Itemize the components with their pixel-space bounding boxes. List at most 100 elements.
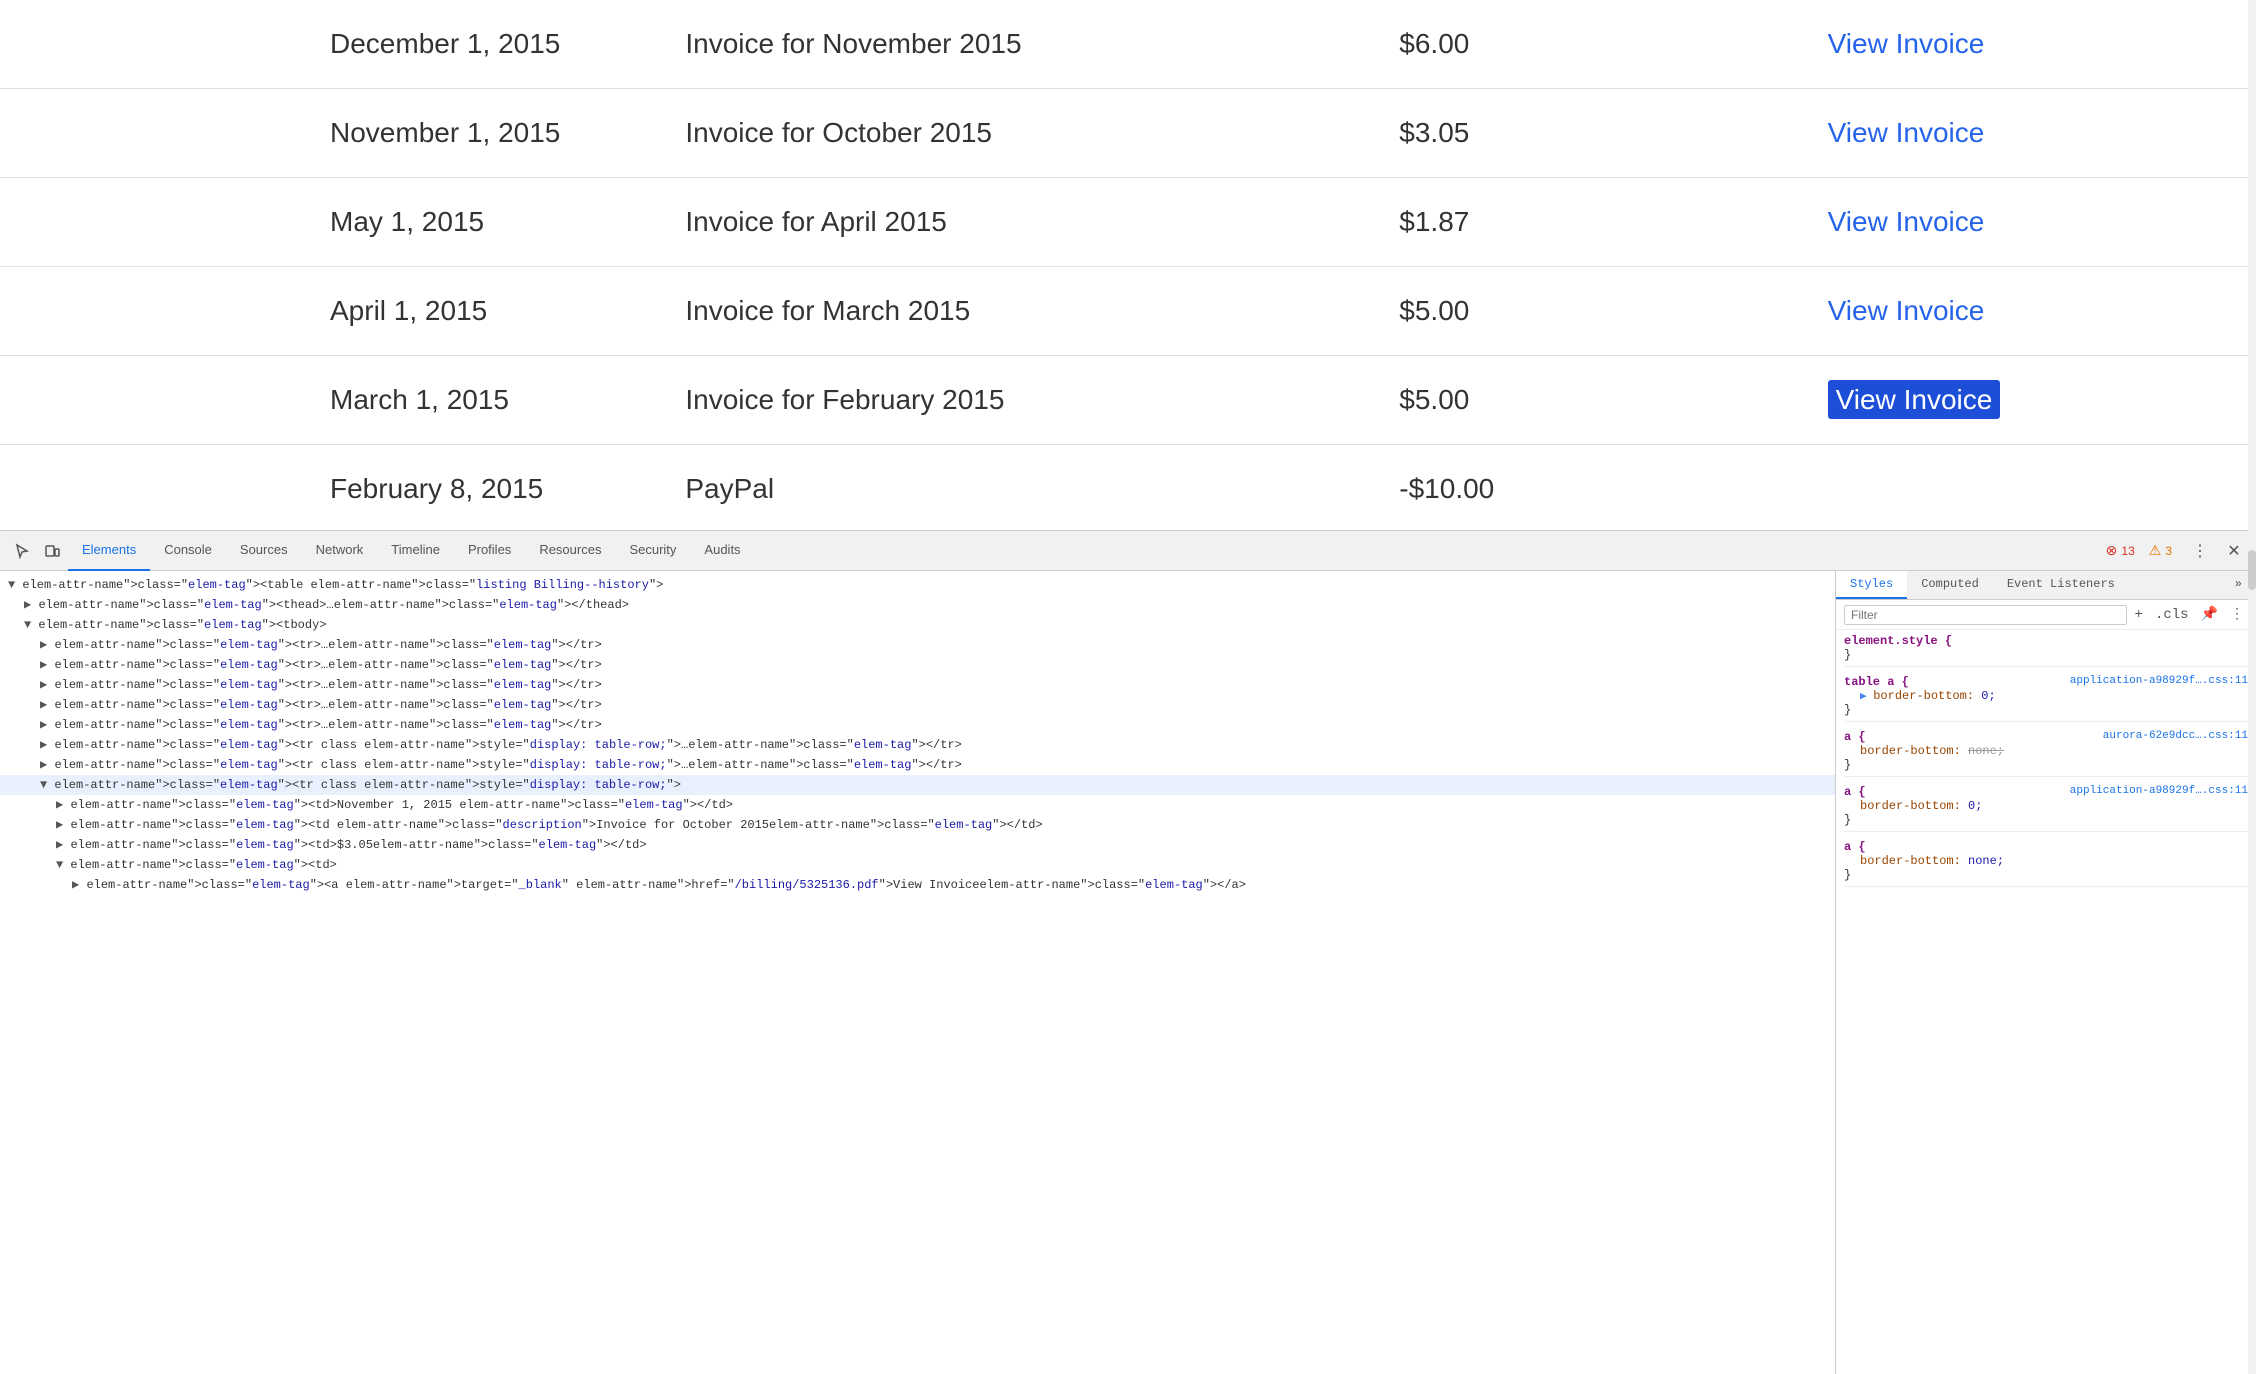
style-property[interactable]: border-bottom: none; (1844, 854, 2248, 868)
styles-panel-tabs: Styles Computed Event Listeners » (1836, 571, 2256, 600)
style-rule: a {border-bottom: none;} (1844, 840, 2248, 887)
devtools-tab-network[interactable]: Network (302, 531, 378, 571)
cls-toggle[interactable]: .cls (2151, 605, 2193, 625)
elements-line[interactable]: ▶ elem-attr-name">class="elem-tag"><td e… (0, 815, 1835, 835)
devtools-panel: ElementsConsoleSourcesNetworkTimelinePro… (0, 530, 2256, 1374)
style-rule: application-a98929f….css:11a {border-bot… (1844, 785, 2248, 832)
styles-content: element.style {} application-a98929f….css… (1836, 630, 2256, 1353)
style-property[interactable]: border-bottom: none; (1844, 744, 2248, 758)
invoice-link-cell: View Invoice (1828, 89, 2256, 178)
invoice-amount: $5.00 (1399, 356, 1827, 445)
tab-computed[interactable]: Computed (1907, 571, 1993, 599)
add-style-icon[interactable]: + (2131, 605, 2147, 625)
style-rule: element.style {} (1844, 634, 2248, 667)
devtools-tab-elements[interactable]: Elements (68, 531, 150, 571)
elements-line[interactable]: ▶ elem-attr-name">class="elem-tag"><tr>…… (0, 635, 1835, 655)
invoice-amount: $6.00 (1399, 0, 1827, 89)
elements-line[interactable]: ▶ elem-attr-name">class="elem-tag"><td>$… (0, 835, 1835, 855)
invoice-amount: $3.05 (1399, 89, 1827, 178)
elements-scrollbar-thumb[interactable] (2248, 571, 2256, 590)
elements-scrollbar[interactable] (2248, 571, 2256, 1374)
view-invoice-link[interactable]: View Invoice (1828, 117, 1985, 148)
devtools-close-icon[interactable]: ✕ (2220, 537, 2248, 565)
invoice-link-cell (1828, 445, 2256, 531)
main-content: December 1, 2015Invoice for November 201… (0, 0, 2256, 530)
tab-event-listeners[interactable]: Event Listeners (1993, 571, 2129, 599)
view-invoice-link[interactable]: View Invoice (1828, 28, 1985, 59)
view-invoice-link[interactable]: View Invoice (1828, 295, 1985, 326)
devtools-tab-resources[interactable]: Resources (525, 531, 615, 571)
expand-arrow[interactable]: ▶ (1860, 691, 1873, 703)
elements-line[interactable]: ▶ elem-attr-name">class="elem-tag"><tr>…… (0, 675, 1835, 695)
invoice-amount: $1.87 (1399, 178, 1827, 267)
elements-line[interactable]: ▼ elem-attr-name">class="elem-tag"><tabl… (0, 575, 1835, 595)
elements-line[interactable]: ▼ elem-attr-name">class="elem-tag"><tr c… (0, 775, 1835, 795)
invoice-date: March 1, 2015 (0, 356, 685, 445)
elements-line[interactable]: ▶ elem-attr-name">class="elem-tag"><tr>…… (0, 695, 1835, 715)
devtools-tabs: ElementsConsoleSourcesNetworkTimelinePro… (68, 531, 755, 571)
devtools-tab-security[interactable]: Security (615, 531, 690, 571)
warn-badge: ⚠ 3 (2149, 542, 2172, 559)
elements-line[interactable]: ▶ elem-attr-name">class="elem-tag"><tr>…… (0, 715, 1835, 735)
more-style-icon[interactable]: ⋮ (2226, 604, 2248, 625)
styles-filter-input[interactable] (1844, 605, 2127, 625)
elements-line[interactable]: ▼ elem-attr-name">class="elem-tag"><tbod… (0, 615, 1835, 635)
view-invoice-link[interactable]: View Invoice (1828, 206, 1985, 237)
pin-style-icon[interactable]: 📌 (2197, 604, 2222, 625)
devtools-toolbar: ElementsConsoleSourcesNetworkTimelinePro… (0, 531, 2256, 571)
invoice-date: May 1, 2015 (0, 178, 685, 267)
inspect-element-icon[interactable] (8, 537, 36, 565)
devtools-tab-sources[interactable]: Sources (226, 531, 302, 571)
table-row: April 1, 2015Invoice for March 2015$5.00… (0, 267, 2256, 356)
table-row: December 1, 2015Invoice for November 201… (0, 0, 2256, 89)
warn-icon: ⚠ (2149, 542, 2162, 559)
elements-lines: ▼ elem-attr-name">class="elem-tag"><tabl… (0, 575, 1835, 895)
devtools-tab-audits[interactable]: Audits (690, 531, 754, 571)
device-toggle-icon[interactable] (38, 537, 66, 565)
invoice-table: December 1, 2015Invoice for November 201… (0, 0, 2256, 530)
invoice-date: December 1, 2015 (0, 0, 685, 89)
elements-line[interactable]: ▶ elem-attr-name">class="elem-tag"><a el… (0, 875, 1835, 895)
devtools-right-icons: ⊗ 13 ⚠ 3 ⋮ ✕ (2106, 537, 2248, 565)
elements-panel: ▼ elem-attr-name">class="elem-tag"><tabl… (0, 571, 1836, 1374)
invoice-description: Invoice for March 2015 (685, 267, 1399, 356)
table-row: November 1, 2015Invoice for October 2015… (0, 89, 2256, 178)
elements-line[interactable]: ▶ elem-attr-name">class="elem-tag"><td>N… (0, 795, 1835, 815)
invoice-description: Invoice for April 2015 (685, 178, 1399, 267)
style-property[interactable]: ▶ border-bottom: 0; (1844, 689, 2248, 703)
invoice-description: Invoice for November 2015 (685, 0, 1399, 89)
devtools-body: ▼ elem-attr-name">class="elem-tag"><tabl… (0, 571, 2256, 1374)
styles-panel: Styles Computed Event Listeners » + .cls… (1836, 571, 2256, 1374)
style-source[interactable]: application-a98929f….css:11 (2070, 785, 2248, 797)
devtools-menu-icon[interactable]: ⋮ (2186, 537, 2214, 565)
table-row: February 8, 2015PayPal-$10.00 (0, 445, 2256, 531)
invoice-amount: $5.00 (1399, 267, 1827, 356)
error-badge: ⊗ 13 (2106, 542, 2135, 559)
invoice-amount: -$10.00 (1399, 445, 1827, 531)
warn-count: 3 (2165, 544, 2172, 558)
elements-line[interactable]: ▶ elem-attr-name">class="elem-tag"><tr>…… (0, 655, 1835, 675)
view-invoice-link[interactable]: View Invoice (1828, 380, 2001, 419)
style-source[interactable]: aurora-62e9dcc….css:11 (2103, 730, 2248, 742)
invoice-date: April 1, 2015 (0, 267, 685, 356)
invoice-link-cell: View Invoice (1828, 267, 2256, 356)
style-source[interactable]: application-a98929f….css:11 (2070, 675, 2248, 687)
table-row: May 1, 2015Invoice for April 2015$1.87Vi… (0, 178, 2256, 267)
devtools-tab-console[interactable]: Console (150, 531, 226, 571)
devtools-tab-profiles[interactable]: Profiles (454, 531, 525, 571)
styles-toolbar: + .cls 📌 ⋮ (1836, 600, 2256, 630)
style-rule: aurora-62e9dcc….css:11a {border-bottom: … (1844, 730, 2248, 777)
invoice-date: November 1, 2015 (0, 89, 685, 178)
table-row: March 1, 2015Invoice for February 2015$5… (0, 356, 2256, 445)
invoice-date: February 8, 2015 (0, 445, 685, 531)
style-property[interactable]: border-bottom: 0; (1844, 799, 2248, 813)
elements-line[interactable]: ▶ elem-attr-name">class="elem-tag"><tr c… (0, 755, 1835, 775)
invoice-description: PayPal (685, 445, 1399, 531)
invoice-description: Invoice for February 2015 (685, 356, 1399, 445)
elements-line[interactable]: ▼ elem-attr-name">class="elem-tag"><td> (0, 855, 1835, 875)
elements-line[interactable]: ▶ elem-attr-name">class="elem-tag"><tr c… (0, 735, 1835, 755)
elements-line[interactable]: ▶ elem-attr-name">class="elem-tag"><thea… (0, 595, 1835, 615)
invoice-link-cell: View Invoice (1828, 0, 2256, 89)
tab-styles[interactable]: Styles (1836, 571, 1907, 599)
devtools-tab-timeline[interactable]: Timeline (377, 531, 454, 571)
